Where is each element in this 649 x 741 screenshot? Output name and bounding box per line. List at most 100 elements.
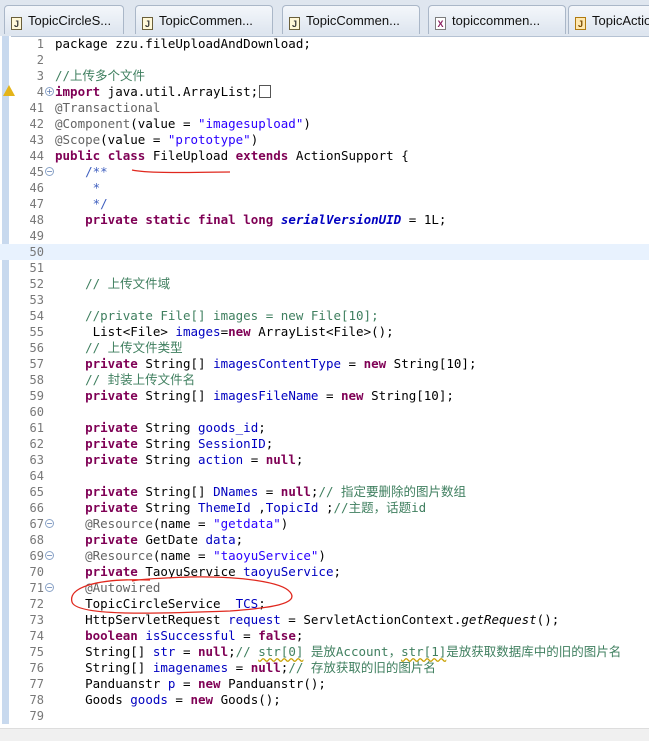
code-token: taoyuService <box>243 564 334 579</box>
code-line[interactable]: 71− @Autowired <box>0 580 649 596</box>
line-number: 41 <box>29 101 44 115</box>
code-text: private String action = null; <box>55 452 303 468</box>
code-line[interactable]: 4 + import java.util.ArrayList; <box>0 84 649 100</box>
code-line[interactable]: 3 //上传多个文件 <box>0 68 649 84</box>
code-editor[interactable]: 1 package zzu.fileUploadAndDownload; 2 3 //上… <box>0 36 649 741</box>
code-line[interactable]: 45− /** <box>0 164 649 180</box>
code-line[interactable]: 1 package zzu.fileUploadAndDownload; <box>0 36 649 52</box>
code-token: ; <box>228 644 236 659</box>
code-token: private <box>85 212 138 227</box>
code-token: TopicId <box>265 500 319 515</box>
line-number: 61 <box>29 421 44 435</box>
horizontal-scrollbar[interactable] <box>0 728 649 741</box>
code-token: null <box>250 660 281 675</box>
line-number: 63 <box>29 453 44 467</box>
code-line[interactable]: 64 <box>0 468 649 484</box>
code-line[interactable]: 65 private String[] DNames = null;// 指定要… <box>0 484 649 500</box>
code-line[interactable]: 66 private String ThemeId ,TopicId ;//主题… <box>0 500 649 516</box>
code-token: //private File[] images = new File[10]; <box>85 308 379 323</box>
code-token: ; <box>295 452 304 467</box>
code-line[interactable]: 61 private String goods_id; <box>0 420 649 436</box>
code-token: null <box>265 452 296 467</box>
editor-tab-4[interactable]: Xtopiccommen... <box>428 5 566 34</box>
collapse-fold-icon[interactable]: − <box>45 167 54 176</box>
editor-tab-5[interactable]: J TopicActio <box>568 5 649 34</box>
code-token: final <box>198 212 236 227</box>
code-line[interactable]: 59 private String[] imagesFileName = new… <box>0 388 649 404</box>
code-text: */ <box>55 196 108 212</box>
code-line[interactable]: 51 <box>0 260 649 276</box>
code-token: = <box>258 484 281 499</box>
folded-region-icon[interactable] <box>259 85 272 98</box>
code-line[interactable]: 53 <box>0 292 649 308</box>
code-line[interactable]: 57 private String[] imagesContentType = … <box>0 356 649 372</box>
code-line[interactable]: 54 //private File[] images = new File[10… <box>0 308 649 324</box>
code-line[interactable]: 74 boolean isSuccessful = false; <box>0 628 649 644</box>
editor-tab-2[interactable]: J TopicCommen... <box>135 5 273 34</box>
code-line[interactable]: 72 TopicCircleService TCS; <box>0 596 649 612</box>
code-text: @Resource(name = "getdata") <box>55 516 288 532</box>
code-line[interactable]: 77 Panduanstr p = new Panduanstr(); <box>0 676 649 692</box>
code-line[interactable]: 76 String[] imagenames = null;// 存放获取的旧的… <box>0 660 649 676</box>
code-line[interactable]: 73 HttpServletRequest request = ServletA… <box>0 612 649 628</box>
code-line[interactable]: 47 */ <box>0 196 649 212</box>
code-line[interactable]: 60 <box>0 404 649 420</box>
code-line[interactable]: 46 * <box>0 180 649 196</box>
editor-tab-3[interactable]: J TopicCommen... <box>282 5 420 34</box>
code-token: extends <box>235 148 289 163</box>
code-token: "getdata" <box>213 516 281 531</box>
collapse-fold-icon[interactable]: − <box>45 551 54 560</box>
code-line[interactable]: 49 <box>0 228 649 244</box>
code-token: 是放获取数据库中的旧的图片名 <box>446 644 622 659</box>
code-line[interactable]: 48 private static final long serialVersi… <box>0 212 649 228</box>
code-line[interactable]: 78 Goods goods = new Goods(); <box>0 692 649 708</box>
code-token: @Component <box>55 116 131 131</box>
line-number: 45 <box>29 165 44 179</box>
tab-label: TopicCircleS... <box>28 13 112 28</box>
code-token: ; <box>235 532 244 547</box>
code-line[interactable]: 68 private GetDate data; <box>0 532 649 548</box>
editor-tab-1[interactable]: J TopicCircleS... <box>4 5 124 34</box>
code-line[interactable]: 44 public class FileUpload extends Action… <box>0 148 649 164</box>
code-line[interactable]: 62 private String SessionID; <box>0 436 649 452</box>
expand-fold-icon[interactable]: + <box>45 87 54 96</box>
code-token: TCS <box>235 596 259 611</box>
code-token: // 封装上传文件名 <box>85 372 196 387</box>
line-number: 73 <box>29 613 44 627</box>
code-line[interactable]: 55 List<File> images=new ArrayList<File>… <box>0 324 649 340</box>
code-line[interactable]: 56 // 上传文件类型 <box>0 340 649 356</box>
code-line[interactable]: 69− @Resource(name = "taoyuService") <box>0 548 649 564</box>
code-line[interactable]: 42 @Component(value = "imagesupload") <box>0 116 649 132</box>
code-line[interactable]: 50 <box>0 244 649 260</box>
code-line[interactable]: 58 // 封装上传文件名 <box>0 372 649 388</box>
code-token: data <box>205 532 236 547</box>
code-token: //主题，话题id <box>333 500 427 515</box>
code-line[interactable]: 52 // 上传文件域 <box>0 276 649 292</box>
collapse-fold-icon[interactable]: − <box>45 519 54 528</box>
code-line[interactable]: 67− @Resource(name = "getdata") <box>0 516 649 532</box>
code-line[interactable]: 79 <box>0 708 649 724</box>
code-token: , <box>250 500 266 515</box>
code-token: FileUpload <box>145 148 236 163</box>
code-line[interactable]: 2 <box>0 52 649 68</box>
code-token: = <box>235 628 259 643</box>
code-token: imagesContentType <box>213 356 341 371</box>
collapse-fold-icon[interactable]: − <box>45 583 54 592</box>
code-line[interactable]: 41 @Transactional <box>0 100 649 116</box>
code-line[interactable]: 70 private TaoyuService taoyuService; <box>0 564 649 580</box>
code-text: private String goods_id; <box>55 420 266 436</box>
line-number: 65 <box>29 485 44 499</box>
code-line[interactable]: 63 private String action = null; <box>0 452 649 468</box>
code-line[interactable]: 43 @Scope(value = "prototype") <box>0 132 649 148</box>
code-text: String[] str = null;// str[0] 是放Account，… <box>55 644 621 660</box>
line-number: 53 <box>29 293 44 307</box>
code-line[interactable]: 75 String[] str = null;// str[0] 是放Accou… <box>0 644 649 660</box>
code-token: = <box>318 388 341 403</box>
line-number: 59 <box>29 389 44 403</box>
code-token: action <box>198 452 244 467</box>
